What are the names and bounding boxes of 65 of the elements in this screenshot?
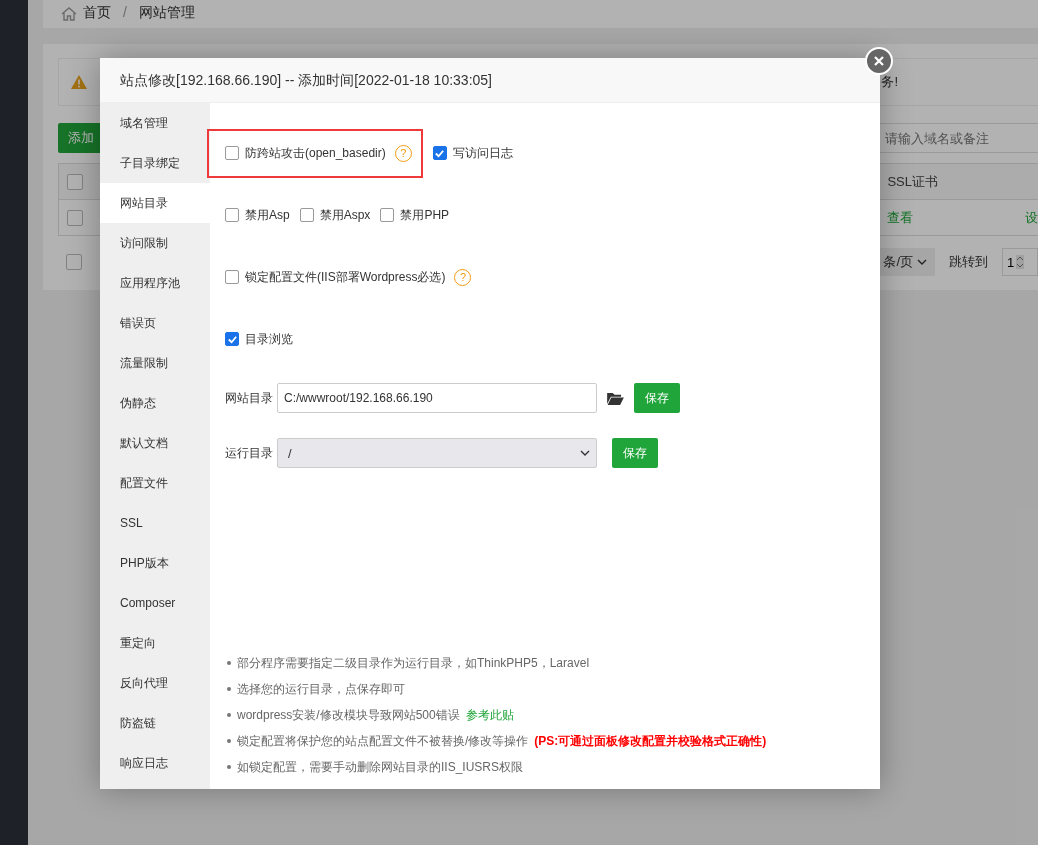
field-label: 运行目录 <box>225 444 273 462</box>
sidebar-tab[interactable]: 响应日志 <box>100 743 210 783</box>
sidebar-tab[interactable]: 配置文件 <box>100 463 210 503</box>
select-value: / <box>288 445 292 461</box>
bullet-icon <box>227 687 231 691</box>
sidebar-tab[interactable]: 应用程序池 <box>100 263 210 303</box>
home-icon <box>61 6 77 22</box>
sidebar-tab[interactable]: 反向代理 <box>100 663 210 703</box>
note-text: 选择您的运行目录，点保存即可 <box>237 680 405 698</box>
caret-icon <box>917 259 927 265</box>
sidebar-tab[interactable]: 伪静态 <box>100 383 210 423</box>
bullet-icon <box>227 739 231 743</box>
checkbox[interactable] <box>225 208 239 222</box>
checkbox-label: 防跨站攻击(open_basedir) <box>245 144 386 162</box>
checkbox[interactable] <box>67 209 83 226</box>
page-number-field[interactable]: 1 <box>1002 248 1038 276</box>
checkbox-label: 禁用PHP <box>400 206 450 224</box>
directory-select[interactable]: / <box>277 438 597 468</box>
field-label: 网站目录 <box>225 389 273 407</box>
checkbox[interactable] <box>225 332 239 346</box>
sidebar-tab[interactable]: 流量限制 <box>100 343 210 383</box>
checkbox-label: 禁用Asp <box>245 206 290 224</box>
dialog-title: 站点修改[192.168.66.190] -- 添加时间[2022-01-18 10:33:05] <box>100 58 880 103</box>
sidebar-tab[interactable]: PHP版本 <box>100 543 210 583</box>
close-icon <box>873 55 885 67</box>
checkbox[interactable] <box>67 173 83 190</box>
column-header: SSL证书 <box>887 172 938 191</box>
sidebar-tab[interactable]: 防盗链 <box>100 703 210 743</box>
note-text: 锁定配置将保护您的站点配置文件不被替换/修改等操作 <box>237 732 529 750</box>
jump-label: 跳转到 <box>949 253 988 271</box>
sidebar-tab[interactable]: 域名管理 <box>100 103 210 143</box>
sidebar-tab[interactable]: 默认文档 <box>100 423 210 463</box>
sidebar-tab[interactable]: SSL <box>100 503 210 543</box>
sidebar-tab[interactable]: 错误页 <box>100 303 210 343</box>
folder-icon[interactable] <box>607 391 624 405</box>
sidebar-tab[interactable]: 子目录绑定 <box>100 143 210 183</box>
sidebar-tab[interactable]: 网站目录 <box>100 183 210 223</box>
note-text: 部分程序需要指定二级目录作为运行目录，如ThinkPHP5，Laravel <box>237 654 590 672</box>
checkbox[interactable] <box>66 254 82 270</box>
sidebar-tab[interactable]: 访问限制 <box>100 223 210 263</box>
warning-icon <box>71 75 87 89</box>
sidebar-tab[interactable]: Composer <box>100 583 210 623</box>
checkbox-label: 目录浏览 <box>245 330 293 348</box>
breadcrumb-link[interactable]: 首页 <box>83 4 111 22</box>
warning-note: (PS:可通过面板修改配置并校验格式正确性) <box>534 732 767 750</box>
checkbox-label: 写访问日志 <box>452 144 513 162</box>
note-text: wordpress安装/修改模块导致网站500错误 <box>237 706 460 724</box>
checkbox[interactable] <box>225 146 239 160</box>
breadcrumb-separator: / <box>123 4 127 22</box>
notice-text: 务! <box>881 73 899 91</box>
path-field[interactable]: C:/wwwroot/192.168.66.190 <box>277 383 597 413</box>
caret-icon <box>580 450 590 456</box>
spinner-icon <box>1016 255 1025 269</box>
sidebar-tab[interactable]: 重定向 <box>100 623 210 663</box>
bullet-icon <box>227 713 231 717</box>
checkbox[interactable] <box>432 146 447 160</box>
bullet-icon <box>227 765 231 769</box>
checkbox-label: 锁定配置文件(IIS部署Wordpress必选) <box>245 268 446 286</box>
checkbox[interactable] <box>380 208 395 222</box>
checkbox-label: 禁用Aspx <box>319 206 371 224</box>
checkbox[interactable] <box>299 208 314 222</box>
breadcrumb-link[interactable]: 网站管理 <box>138 4 195 22</box>
bullet-icon <box>227 661 231 665</box>
checkbox[interactable] <box>225 270 239 284</box>
note-text: 如锁定配置，需要手动删除网站目录的IIS_IUSRS权限 <box>237 758 524 776</box>
